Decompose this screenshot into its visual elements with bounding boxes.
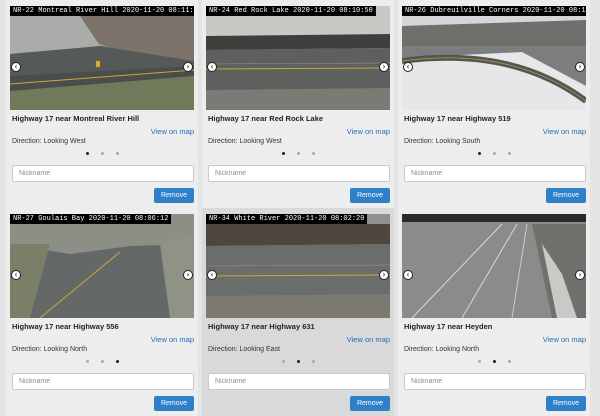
view-on-map-link[interactable]: View on map	[347, 127, 390, 136]
camera-card: NR-22 Montreal River Hill 2020-11-20 08:…	[6, 0, 198, 208]
camera-direction: Direction: Looking West	[208, 138, 282, 145]
camera-card: NR-27 Goulais Bay 2020-11-20 08:06:12 ‹ …	[6, 208, 198, 416]
carousel-dot[interactable]	[492, 151, 496, 155]
next-image-arrow-icon[interactable]: ›	[183, 62, 193, 72]
carousel-dots	[6, 151, 198, 157]
camera-card: NR-24 Red Rock Lake 2020-11-20 08:10:50 …	[202, 0, 394, 208]
camera-photo	[10, 214, 194, 318]
carousel-dot[interactable]	[100, 359, 104, 363]
previous-image-arrow-icon[interactable]: ‹	[11, 62, 21, 72]
camera-image[interactable]: ‹ ›	[402, 214, 586, 318]
camera-image[interactable]: NR-24 Red Rock Lake 2020-11-20 08:10:50 …	[206, 6, 390, 110]
carousel-dot[interactable]	[311, 151, 315, 155]
carousel-dot[interactable]	[507, 359, 511, 363]
remove-button[interactable]: Remove	[350, 188, 390, 203]
camera-image[interactable]: NR-26 Dubreuilville Corners 2020-11-20 0…	[402, 6, 586, 110]
remove-button[interactable]: Remove	[546, 396, 586, 411]
previous-image-arrow-icon[interactable]: ‹	[207, 270, 217, 280]
camera-direction: Direction: Looking North	[404, 346, 480, 353]
view-on-map-link[interactable]: View on map	[151, 335, 194, 344]
remove-button[interactable]: Remove	[154, 396, 194, 411]
carousel-dots	[398, 359, 590, 365]
carousel-dot[interactable]	[281, 359, 285, 363]
camera-timestamp: NR-22 Montreal River Hill 2020-11-20 08:…	[10, 6, 194, 16]
view-on-map-link[interactable]: View on map	[543, 127, 586, 136]
nickname-input[interactable]	[404, 373, 586, 390]
carousel-dots	[202, 151, 394, 157]
remove-button[interactable]: Remove	[154, 188, 194, 203]
nickname-input[interactable]	[208, 165, 390, 182]
carousel-dot[interactable]	[100, 151, 104, 155]
carousel-dot[interactable]	[492, 359, 496, 363]
camera-title: Highway 17 near Red Rock Lake	[208, 114, 324, 123]
nickname-input[interactable]	[208, 373, 390, 390]
remove-button[interactable]: Remove	[350, 396, 390, 411]
carousel-dots	[398, 151, 590, 157]
carousel-dot[interactable]	[115, 359, 119, 363]
camera-image[interactable]: NR-22 Montreal River Hill 2020-11-20 08:…	[10, 6, 194, 110]
carousel-dot[interactable]	[296, 359, 300, 363]
previous-image-arrow-icon[interactable]: ‹	[11, 270, 21, 280]
camera-timestamp: NR-24 Red Rock Lake 2020-11-20 08:10:50	[206, 6, 376, 16]
camera-photo	[206, 214, 390, 318]
view-on-map-link[interactable]: View on map	[151, 127, 194, 136]
camera-card: ‹ › Highway 17 near Heyden View on map D…	[398, 208, 590, 416]
next-image-arrow-icon[interactable]: ›	[575, 62, 585, 72]
camera-photo	[206, 6, 390, 110]
previous-image-arrow-icon[interactable]: ‹	[403, 62, 413, 72]
camera-timestamp: NR-27 Goulais Bay 2020-11-20 08:06:12	[10, 214, 172, 224]
carousel-dot[interactable]	[85, 151, 89, 155]
next-image-arrow-icon[interactable]: ›	[575, 270, 585, 280]
camera-image[interactable]: NR-34 White River 2020-11-20 08:02:20 ‹ …	[206, 214, 390, 318]
camera-title: Highway 17 near Highway 519	[404, 114, 511, 123]
camera-timestamp: NR-26 Dubreuilville Corners 2020-11-20 0…	[402, 6, 586, 16]
camera-card: NR-26 Dubreuilville Corners 2020-11-20 0…	[398, 0, 590, 208]
nickname-input[interactable]	[12, 373, 194, 390]
next-image-arrow-icon[interactable]: ›	[379, 270, 389, 280]
camera-direction: Direction: Looking North	[12, 346, 88, 353]
carousel-dot[interactable]	[281, 151, 285, 155]
camera-direction: Direction: Looking South	[404, 138, 481, 145]
next-image-arrow-icon[interactable]: ›	[379, 62, 389, 72]
next-image-arrow-icon[interactable]: ›	[183, 270, 193, 280]
camera-photo	[402, 214, 586, 318]
view-on-map-link[interactable]: View on map	[347, 335, 390, 344]
camera-image[interactable]: NR-27 Goulais Bay 2020-11-20 08:06:12 ‹ …	[10, 214, 194, 318]
camera-timestamp: NR-34 White River 2020-11-20 08:02:20	[206, 214, 368, 224]
camera-photo	[402, 6, 586, 110]
camera-card: NR-34 White River 2020-11-20 08:02:20 ‹ …	[202, 208, 394, 416]
previous-image-arrow-icon[interactable]: ‹	[403, 270, 413, 280]
previous-image-arrow-icon[interactable]: ‹	[207, 62, 217, 72]
carousel-dots	[202, 359, 394, 365]
camera-direction: Direction: Looking East	[208, 346, 280, 353]
carousel-dot[interactable]	[477, 359, 481, 363]
camera-title: Highway 17 near Montreal River Hill	[12, 114, 140, 123]
camera-title: Highway 17 near Highway 631	[208, 322, 315, 331]
carousel-dot[interactable]	[296, 151, 300, 155]
carousel-dot[interactable]	[477, 151, 481, 155]
carousel-dot[interactable]	[311, 359, 315, 363]
camera-title: Highway 17 near Heyden	[404, 322, 493, 331]
view-on-map-link[interactable]: View on map	[543, 335, 586, 344]
nickname-input[interactable]	[404, 165, 586, 182]
camera-title: Highway 17 near Highway 556	[12, 322, 119, 331]
carousel-dot[interactable]	[115, 151, 119, 155]
carousel-dot[interactable]	[85, 359, 89, 363]
camera-photo	[10, 6, 194, 110]
carousel-dot[interactable]	[507, 151, 511, 155]
carousel-dots	[6, 359, 198, 365]
nickname-input[interactable]	[12, 165, 194, 182]
camera-direction: Direction: Looking West	[12, 138, 86, 145]
remove-button[interactable]: Remove	[546, 188, 586, 203]
